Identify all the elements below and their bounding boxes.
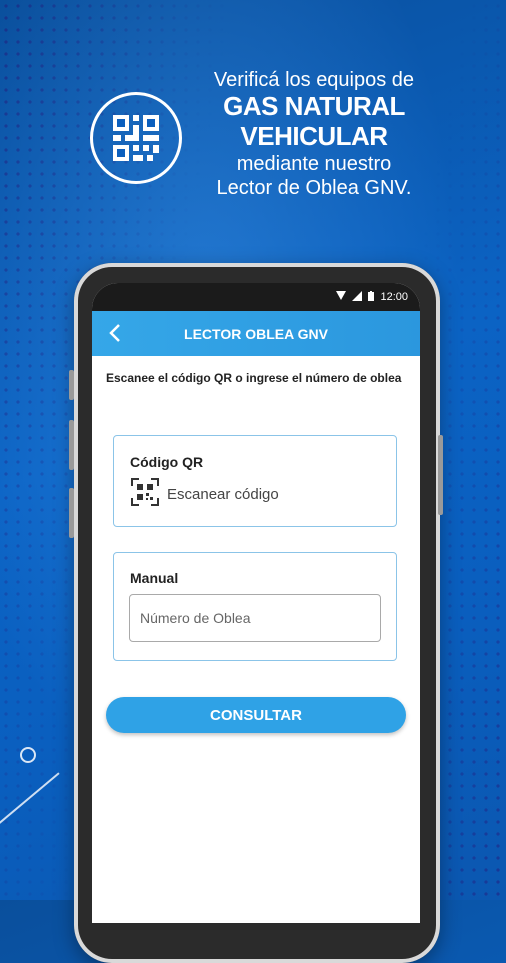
qr-scan-icon: [131, 478, 159, 511]
battery-icon: [368, 290, 375, 304]
promo-line-2: GAS NATURAL: [223, 91, 405, 121]
scan-code-button[interactable]: Escanear código: [131, 478, 279, 511]
consultar-button[interactable]: CONSULTAR: [106, 697, 406, 733]
wifi-icon: [336, 291, 347, 303]
promo-line-4: mediante nuestro: [236, 152, 392, 175]
decorative-circle: [20, 747, 36, 763]
promo-line-3: VEHICULAR: [240, 120, 388, 151]
status-time: 12:00: [380, 291, 408, 303]
phone-screen: 12:00 LECTOR OBLEA GNV Escanee el código…: [92, 283, 420, 923]
oblea-number-input[interactable]: [129, 594, 381, 642]
instruction-text: Escanee el código QR o ingrese el número…: [106, 371, 402, 385]
manual-card-title: Manual: [130, 570, 179, 586]
qr-card: Código QR Escanear código: [113, 435, 397, 527]
promo-line-5: Lector de Oblea GNV.: [216, 176, 412, 199]
phone-power-button: [438, 435, 443, 515]
phone-side-button: [69, 420, 74, 470]
promo-headline: Verificá los equipos de GAS NATURAL VEHI…: [196, 68, 432, 200]
manual-card: Manual: [113, 552, 397, 661]
back-arrow-icon[interactable]: [102, 319, 128, 347]
app-bar: LECTOR OBLEA GNV: [92, 311, 420, 356]
scan-code-label: Escanear código: [167, 486, 279, 503]
app-title: LECTOR OBLEA GNV: [184, 325, 328, 342]
phone-side-button: [69, 370, 74, 400]
qr-code-icon: [90, 92, 182, 184]
signal-icon: [352, 290, 363, 304]
phone-side-button: [69, 488, 74, 538]
promo-line-1: Verificá los equipos de: [213, 69, 415, 91]
status-bar: 12:00: [92, 283, 420, 311]
qr-card-title: Código QR: [130, 454, 204, 470]
